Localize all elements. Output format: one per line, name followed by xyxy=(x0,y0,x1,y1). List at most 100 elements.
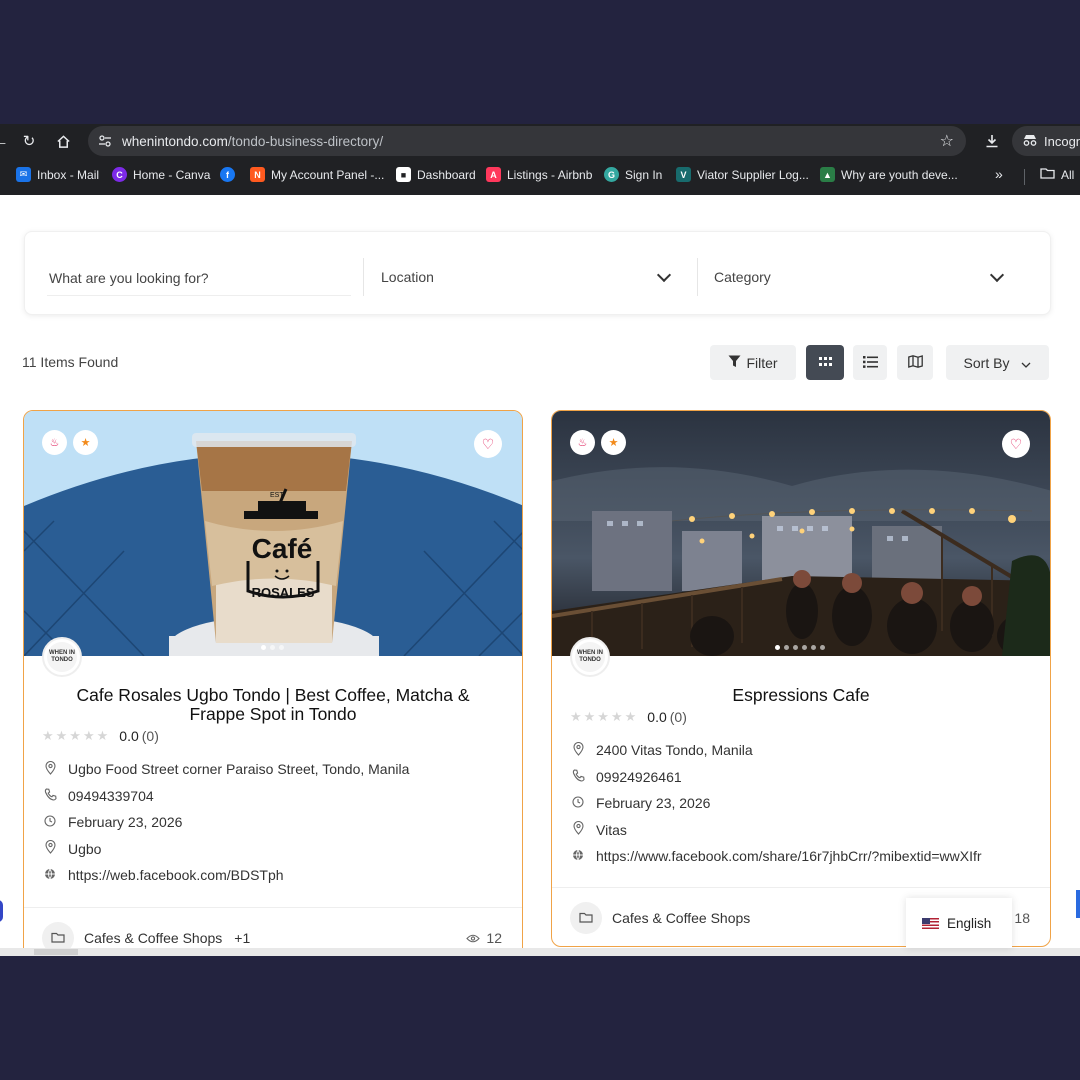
category-link[interactable]: Cafes & Coffee Shops xyxy=(612,910,750,926)
website-row[interactable]: https://web.facebook.com/BDSTph xyxy=(44,862,522,889)
business-logo[interactable]: WHEN IN TONDO xyxy=(570,637,610,677)
download-icon[interactable] xyxy=(978,126,1006,156)
website-row[interactable]: https://www.facebook.com/share/16r7jhbCr… xyxy=(572,843,1050,870)
area-text: Ugbo xyxy=(68,840,102,857)
floating-widget-left[interactable] xyxy=(0,900,3,922)
carousel-dot[interactable] xyxy=(811,645,816,650)
reload-icon[interactable]: ↻ xyxy=(14,126,44,156)
account-panel-icon: N xyxy=(250,167,265,182)
bookmark-star-icon[interactable]: ☆ xyxy=(940,131,954,151)
website-link[interactable]: https://www.facebook.com/share/16r7jhbCr… xyxy=(596,848,982,864)
listing-card[interactable]: Café EST ROSALES ♨ ★ ♡ WHEN IN TONDO Caf… xyxy=(23,410,523,956)
mail-icon: ✉ xyxy=(16,167,31,182)
all-bookmarks[interactable]: All xyxy=(1040,167,1074,182)
grid-icon xyxy=(818,355,832,371)
filter-button[interactable]: Filter xyxy=(710,345,796,380)
area-text: Vitas xyxy=(596,821,627,838)
carousel-dot[interactable] xyxy=(261,645,266,650)
extra-categories-badge[interactable]: +1 xyxy=(234,930,250,946)
search-input[interactable] xyxy=(47,260,351,296)
category-label: Category xyxy=(714,269,771,285)
site-settings-icon[interactable] xyxy=(90,126,120,156)
horizontal-scrollbar[interactable] xyxy=(0,948,1080,956)
carousel-dot[interactable] xyxy=(784,645,789,650)
scrollbar-thumb[interactable] xyxy=(34,949,78,955)
sort-label: Sort By xyxy=(963,354,1010,371)
bookmarks-overflow-icon[interactable]: » xyxy=(995,166,1003,182)
carousel-dot[interactable] xyxy=(279,645,284,650)
listing-info: Ugbo Food Street corner Paraiso Street, … xyxy=(24,756,522,889)
globe-icon xyxy=(572,849,584,864)
date-row: February 23, 2026 xyxy=(44,809,522,836)
bookmark-label: Home - Canva xyxy=(133,167,211,182)
us-flag-icon xyxy=(922,917,939,929)
favorite-heart-icon[interactable]: ♡ xyxy=(1002,430,1030,458)
search-divider xyxy=(697,258,698,296)
bookmark-sign-in[interactable]: G Sign In xyxy=(604,167,662,182)
carousel-dot[interactable] xyxy=(270,645,275,650)
carousel-dots[interactable] xyxy=(775,645,825,650)
list-icon xyxy=(862,355,878,371)
address-row: 2400 Vitas Tondo, Manila xyxy=(572,737,1050,764)
bookmark-inbox-mail[interactable]: ✉ Inbox - Mail xyxy=(16,167,99,182)
bookmark-label: Viator Supplier Log... xyxy=(697,167,809,182)
language-switcher[interactable]: English xyxy=(906,898,1012,948)
listing-title[interactable]: Cafe Rosales Ugbo Tondo | Best Coffee, M… xyxy=(24,686,522,724)
date-text: February 23, 2026 xyxy=(68,814,183,831)
funnel-icon xyxy=(728,355,741,371)
phone-text: 09494339704 xyxy=(68,787,154,804)
carousel-dot[interactable] xyxy=(793,645,798,650)
bookmark-account-panel[interactable]: N My Account Panel -... xyxy=(250,167,384,182)
chevron-down-icon xyxy=(1021,355,1031,371)
list-view-button[interactable] xyxy=(853,345,887,380)
phone-icon xyxy=(572,769,585,785)
floating-widget-right[interactable] xyxy=(1076,890,1080,918)
carousel-dots[interactable] xyxy=(261,645,284,650)
phone-row[interactable]: 09924926461 xyxy=(572,764,1050,791)
cafe-rosales-photo: Café EST ROSALES xyxy=(24,411,522,656)
rating-stars-icon: ★★★★★ xyxy=(42,728,111,743)
bookmark-airbnb[interactable]: A Listings - Airbnb xyxy=(486,167,592,182)
items-found-count: 11 Items Found xyxy=(22,354,119,370)
search-divider xyxy=(363,258,364,296)
category-link[interactable]: Cafes & Coffee Shops xyxy=(84,930,222,946)
bookmark-viator[interactable]: V Viator Supplier Log... xyxy=(676,167,809,182)
viator-icon: V xyxy=(676,167,691,182)
location-label: Location xyxy=(381,269,434,285)
carousel-dot[interactable] xyxy=(820,645,825,650)
listing-title[interactable]: Espressions Cafe xyxy=(552,686,1050,705)
page-content: Location Category 11 Items Found Filter xyxy=(0,195,1080,956)
grid-view-button[interactable] xyxy=(806,345,844,380)
article-icon: ▲ xyxy=(820,167,835,182)
listing-image[interactable]: Café EST ROSALES ♨ ★ ♡ xyxy=(24,411,522,656)
canva-icon: C xyxy=(112,167,127,182)
rating-stars-icon: ★★★★★ xyxy=(570,709,639,724)
incognito-indicator[interactable]: Incogn xyxy=(1012,126,1080,156)
business-logo[interactable]: WHEN IN TONDO xyxy=(42,637,82,677)
bookmarks-bar: ✉ Inbox - Mail C Home - Canva f N My Acc… xyxy=(0,158,1080,195)
incognito-label: Incogn xyxy=(1044,133,1080,149)
listing-image[interactable]: ♨ ★ ♡ xyxy=(552,411,1050,656)
screenshot-frame: ← ↻ whenintondo.com/tondo-business-direc… xyxy=(0,124,1080,956)
website-link[interactable]: https://web.facebook.com/BDSTph xyxy=(68,867,284,883)
bookmark-facebook[interactable]: f xyxy=(220,167,235,182)
location-select[interactable]: Location xyxy=(381,258,672,296)
sort-by-dropdown[interactable]: Sort By xyxy=(946,345,1049,380)
listing-card[interactable]: ♨ ★ ♡ WHEN IN TONDO Espressions Cafe ★★★… xyxy=(551,410,1051,947)
category-select[interactable]: Category xyxy=(714,258,1005,296)
map-view-button[interactable] xyxy=(897,345,933,380)
bookmark-canva[interactable]: C Home - Canva xyxy=(112,167,210,182)
carousel-dot[interactable] xyxy=(802,645,807,650)
listing-rating: ★★★★★ 0.0 (0) xyxy=(552,709,1050,725)
view-count-value: 12 xyxy=(486,929,502,946)
globe-icon xyxy=(44,868,56,883)
address-bar[interactable]: whenintondo.com/tondo-business-directory… xyxy=(88,126,966,156)
bookmark-youth[interactable]: ▲ Why are youth deve... xyxy=(820,167,958,182)
phone-row[interactable]: 09494339704 xyxy=(44,783,522,810)
bookmark-dashboard[interactable]: ■ Dashboard xyxy=(396,167,476,182)
eye-icon xyxy=(466,930,481,946)
home-icon[interactable] xyxy=(48,126,78,156)
favorite-heart-icon[interactable]: ♡ xyxy=(474,430,502,458)
carousel-dot[interactable] xyxy=(775,645,780,650)
map-pin-icon xyxy=(572,821,584,838)
